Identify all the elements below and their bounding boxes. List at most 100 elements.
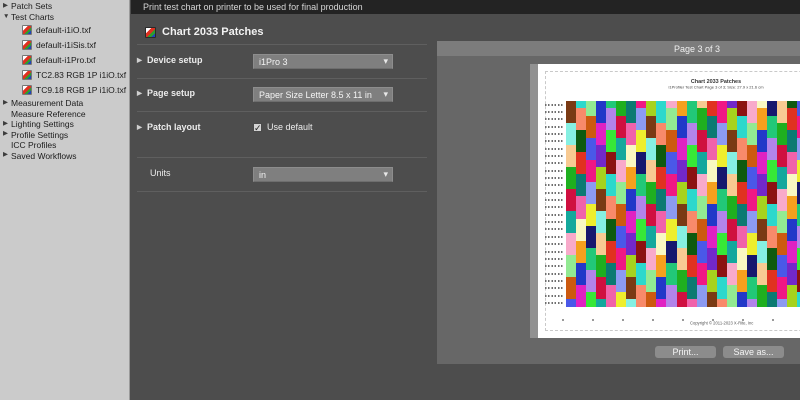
color-patch	[606, 247, 617, 256]
color-patch	[576, 269, 587, 278]
print-button[interactable]: Print...	[655, 346, 716, 358]
color-patch	[656, 203, 667, 212]
color-patch	[706, 167, 717, 175]
sidebar-item-default-i1isis-txf[interactable]: default-i1iSis.txf	[0, 37, 129, 52]
color-patch	[576, 247, 587, 256]
sidebar-item-saved-workflows[interactable]: ▶ Saved Workflows	[0, 150, 129, 161]
color-patch	[736, 159, 747, 168]
color-patch	[787, 159, 798, 168]
color-patch	[746, 167, 757, 175]
chevron-right-icon[interactable]: ▶	[3, 2, 11, 10]
row-marker	[545, 235, 563, 238]
color-patch	[716, 255, 727, 263]
sidebar-item-measure-reference[interactable]: Measure Reference	[0, 108, 129, 119]
color-patch	[776, 211, 788, 219]
chevron-right-icon[interactable]: ▶	[3, 99, 11, 107]
row-marker	[545, 147, 563, 150]
color-patch	[626, 247, 637, 256]
color-patch	[566, 225, 577, 234]
color-patch	[646, 277, 657, 285]
color-patch	[686, 233, 697, 241]
color-patch	[756, 174, 767, 182]
color-patch	[606, 145, 617, 153]
sidebar-item-default-i1pro-txf[interactable]: default-i1Pro.txf	[0, 52, 129, 67]
color-patch	[636, 130, 647, 138]
color-patch	[606, 167, 617, 175]
color-patch	[616, 299, 627, 307]
color-patch	[716, 203, 727, 212]
sidebar-item-patch-sets[interactable]: ▶ Patch Sets	[0, 1, 129, 12]
chevron-right-icon[interactable]: ▶	[137, 56, 142, 64]
color-patch	[606, 277, 617, 285]
color-patch	[746, 233, 757, 241]
color-patch	[586, 203, 597, 212]
chevron-right-icon[interactable]: ▶	[3, 152, 11, 159]
color-patch	[716, 174, 727, 182]
color-patch	[746, 174, 757, 182]
sidebar-item-profile-settings[interactable]: ▶ Profile Settings	[0, 129, 129, 140]
color-patch	[706, 196, 717, 204]
color-patch	[646, 247, 657, 256]
color-patch	[736, 291, 747, 300]
color-patch	[766, 203, 777, 212]
color-patch	[586, 247, 597, 256]
sidebar-item-tc9-18-rgb-1p-i1io-txf[interactable]: TC9.18 RGB 1P i1iO.txf	[0, 83, 129, 98]
color-patch	[756, 203, 767, 212]
color-patch	[686, 255, 697, 263]
page-setup-dropdown[interactable]: Paper Size Letter 8.5 x 11 in	[253, 87, 393, 102]
row-marker	[545, 103, 563, 106]
device-setup-dropdown[interactable]: i1Pro 3	[253, 54, 393, 69]
sheet-title: Chart 2033 Patches	[690, 78, 742, 85]
color-patch	[616, 137, 627, 146]
color-patch	[626, 130, 637, 138]
color-patch	[686, 145, 697, 153]
color-patch	[726, 218, 737, 226]
color-patch	[716, 152, 727, 160]
color-patch	[776, 225, 788, 234]
color-patch	[656, 240, 667, 248]
chevron-right-icon[interactable]: ▶	[137, 89, 142, 97]
color-patch	[766, 284, 777, 292]
color-patch	[756, 284, 767, 292]
row-marker	[545, 228, 563, 231]
crop-tick	[682, 319, 684, 321]
page-setup-label: ▶ Page setup	[137, 88, 196, 98]
color-patch	[787, 181, 798, 190]
color-patch	[696, 189, 707, 197]
color-patch	[576, 218, 587, 226]
chevron-down-icon[interactable]: ▼	[3, 13, 11, 21]
chevron-right-icon[interactable]: ▶	[3, 120, 11, 128]
sidebar-item-lighting-settings[interactable]: ▶ Lighting Settings	[0, 119, 129, 130]
color-patch	[716, 284, 727, 292]
color-patch	[666, 211, 677, 219]
color-patch	[606, 262, 617, 270]
color-patch	[596, 137, 607, 146]
color-patch	[586, 130, 597, 138]
color-patch	[746, 277, 757, 285]
chevron-right-icon[interactable]: ▶	[3, 131, 11, 138]
sidebar-item-test-charts[interactable]: ▼ Test Charts	[0, 12, 129, 23]
use-default-checkbox[interactable]: ✓	[253, 122, 262, 132]
row-marker	[545, 125, 563, 128]
color-patch	[716, 233, 727, 241]
color-patch	[566, 196, 577, 204]
chart-file-icon	[22, 54, 32, 65]
color-patch	[626, 101, 637, 109]
units-dropdown[interactable]: in	[253, 167, 393, 182]
sidebar-item-tc2-83-rgb-1p-i1io-txf[interactable]: TC2.83 RGB 1P i1iO.txf	[0, 68, 129, 83]
color-patch	[596, 196, 607, 204]
color-patch	[566, 247, 577, 256]
color-patch	[586, 284, 597, 292]
save-as-button[interactable]: Save as...	[723, 346, 784, 358]
color-patch	[646, 137, 657, 146]
color-patch	[596, 203, 607, 212]
sidebar-item-measurement-data[interactable]: ▶ Measurement Data	[0, 98, 129, 109]
chevron-right-icon[interactable]: ▶	[137, 123, 142, 131]
sidebar-item-icc-profiles[interactable]: ICC Profiles	[0, 140, 129, 151]
color-patch	[736, 108, 747, 116]
color-patch	[716, 167, 727, 175]
color-patch	[656, 269, 667, 278]
color-patch	[756, 130, 767, 138]
sidebar-item-default-i1io-txf[interactable]: default-i1iO.txf	[0, 22, 129, 37]
color-patch	[576, 130, 587, 138]
